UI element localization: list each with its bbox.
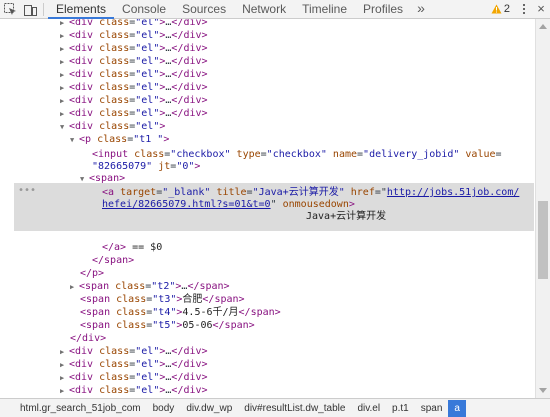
href-link[interactable]: http://jobs.51job.com/ xyxy=(387,187,519,198)
dom-node-span-close: </span> xyxy=(92,255,135,266)
breadcrumb-html[interactable]: html.gr_search_51job_com xyxy=(14,400,147,417)
dom-node-p[interactable]: ▼ <p class="t1 "> xyxy=(70,133,169,146)
dom-node-span-t5[interactable]: <span class="t5">05-06</span> xyxy=(80,319,255,332)
scrollbar-thumb[interactable] xyxy=(538,201,548,279)
dom-node-div-collapsed[interactable]: ▶ <div class="el">…</div> xyxy=(60,68,208,81)
dom-node-span-t2[interactable]: ▶ <span class="t2">…</span> xyxy=(70,280,230,293)
customize-menu-icon[interactable] xyxy=(516,0,532,18)
dom-tree: ••• ▶ <div class="el">…</div> ▶ <div class… xyxy=(0,19,534,398)
breadcrumb-body[interactable]: body xyxy=(147,400,181,417)
dom-node-a-close: </a> == $0 xyxy=(102,242,163,253)
device-mode-icon[interactable] xyxy=(20,0,40,19)
inspect-element-icon[interactable] xyxy=(0,0,20,19)
dom-node-div-collapsed[interactable]: ▶ <div class="el">…</div> xyxy=(60,19,208,29)
tab-timeline[interactable]: Timeline xyxy=(294,0,355,19)
dom-node-span-t4[interactable]: <span class="t4">4.5-6千/月</span> xyxy=(80,306,281,319)
tab-network[interactable]: Network xyxy=(234,0,294,19)
node-actions-icon[interactable]: ••• xyxy=(18,185,36,196)
dom-node-div-collapsed[interactable]: ▶ <div class="el">…</div> xyxy=(60,81,208,94)
tab-profiles[interactable]: Profiles xyxy=(355,0,411,19)
dom-node-div-collapsed[interactable]: ▶ <div class="el">…</div> xyxy=(60,371,208,384)
more-tabs-button[interactable]: » xyxy=(411,0,431,18)
dom-node-div-collapsed[interactable]: ▶ <div class="el">…</div> xyxy=(60,42,208,55)
dom-node-div-close: </div> xyxy=(70,333,107,344)
scroll-down-icon[interactable] xyxy=(539,388,547,393)
breadcrumb-div-el[interactable]: div.el xyxy=(351,400,386,417)
dom-node-div-collapsed[interactable]: ▶ <div class="el">…</div> xyxy=(60,345,208,358)
dom-node-span-t3[interactable]: <span class="t3">合肥</span> xyxy=(80,293,245,306)
href-link[interactable]: hefei/82665079.html?s=01&t=0 xyxy=(102,199,271,210)
dom-node-div-collapsed[interactable]: ▶ <div class="el">…</div> xyxy=(60,384,208,397)
breadcrumb-p-t1[interactable]: p.t1 xyxy=(386,400,415,417)
toolbar-separator xyxy=(43,3,44,16)
breadcrumb-span[interactable]: span xyxy=(415,400,449,417)
tab-elements[interactable]: Elements xyxy=(48,0,115,19)
warnings-counter[interactable]: 2 xyxy=(491,0,516,18)
breadcrumb-a[interactable]: a xyxy=(448,399,466,417)
tab-sources[interactable]: Sources xyxy=(174,0,234,19)
warning-icon xyxy=(491,4,502,14)
dom-node-div-collapsed[interactable]: ▶ <div class="el">…</div> xyxy=(60,55,208,68)
warning-count: 2 xyxy=(503,3,510,15)
dom-node-div-collapsed[interactable]: ▶ <div class="el">…</div> xyxy=(60,94,208,107)
dom-node-a-text: Java+云计算开发 xyxy=(306,211,387,222)
dom-node-div-collapsed[interactable]: ▶ <div class="el">…</div> xyxy=(60,29,208,42)
close-devtools-button[interactable]: × xyxy=(532,0,550,18)
devtools-toolbar: Elements Console Sources Network Timelin… xyxy=(0,0,550,19)
breadcrumb: html.gr_search_51job_com body div.dw_wp … xyxy=(0,398,550,417)
dom-node-div-collapsed[interactable]: ▶ <div class="el">…</div> xyxy=(60,107,208,120)
dom-node-span[interactable]: ▼ <span> xyxy=(80,172,125,185)
breadcrumb-div-resultlist[interactable]: div#resultList.dw_table xyxy=(238,400,351,417)
tab-console[interactable]: Console xyxy=(114,0,174,19)
vertical-scrollbar[interactable] xyxy=(535,19,550,398)
dom-node-div-expanded[interactable]: ▼ <div class="el"> xyxy=(60,120,165,133)
dom-node-p-close: </p> xyxy=(80,268,105,279)
scroll-up-icon[interactable] xyxy=(539,24,547,29)
breadcrumb-div-dw-wp[interactable]: div.dw_wp xyxy=(180,400,238,417)
dom-node-div-collapsed[interactable]: ▶ <div class="el">…</div> xyxy=(60,358,208,371)
